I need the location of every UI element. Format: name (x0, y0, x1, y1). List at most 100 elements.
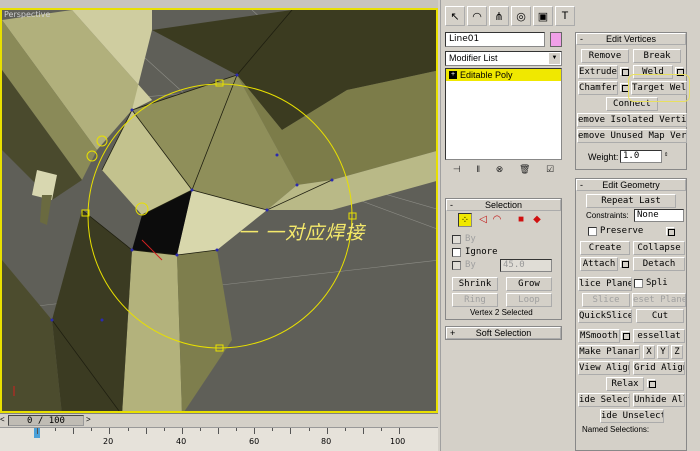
trackbar-tick (272, 428, 274, 431)
cursor-icon: ↖ (450, 10, 460, 23)
collapse-icon: - (580, 34, 583, 44)
object-name-field[interactable]: Line01 (445, 32, 545, 47)
spinner-arrows-icon[interactable]: ⇕ (664, 150, 668, 158)
reset-plane-button[interactable]: eset Plane (632, 293, 686, 307)
relax-button[interactable]: Relax (606, 377, 644, 391)
expand-icon[interactable]: + (449, 71, 457, 79)
modifier-stack[interactable]: + Editable Poly (445, 68, 562, 160)
pin-stack-icon[interactable]: ⊣ (453, 164, 461, 178)
slice-plane-button[interactable]: lice Plane (578, 277, 632, 291)
vertex-subobject-icon[interactable]: ⁘ (458, 213, 472, 227)
polygon-subobject-icon[interactable]: ■ (514, 213, 528, 227)
msmooth-settings-button[interactable] (621, 331, 630, 340)
break-button[interactable]: Break (633, 49, 681, 63)
extrude-settings-button[interactable] (620, 67, 629, 76)
modifier-list-dropdown[interactable]: Modifier List ▼ (445, 51, 562, 66)
attach-button[interactable]: Attach (580, 257, 618, 271)
ring-button[interactable]: Ring (452, 293, 498, 307)
tessellate-button[interactable]: essellat (633, 329, 685, 343)
trackbar-tick (380, 428, 382, 431)
make-planar-button[interactable]: Make Planar (578, 345, 640, 359)
shrink-button[interactable]: Shrink (452, 277, 498, 291)
edge-subobject-icon[interactable]: ◁ (476, 213, 490, 227)
preserve-uvs-settings[interactable] (666, 227, 675, 236)
attach-list-button[interactable] (620, 259, 629, 268)
stack-item-label: Editable Poly (460, 70, 513, 80)
time-next-button[interactable]: > (86, 415, 91, 424)
extrude-button[interactable]: Extrude (578, 65, 618, 79)
element-subobject-icon[interactable]: ◆ (530, 213, 544, 227)
time-prev-button[interactable]: < (0, 415, 5, 424)
split-checkbox[interactable] (634, 279, 643, 288)
trackbar-tick (290, 428, 292, 434)
grid-align-button[interactable]: Grid Align (633, 361, 685, 375)
remove-button[interactable]: Remove (581, 49, 629, 63)
view-align-button[interactable]: View Align (578, 361, 630, 375)
rollout-title: Soft Selection (475, 328, 532, 338)
soft-selection-header[interactable]: + Soft Selection (446, 327, 561, 339)
time-slider-handle[interactable]: 0 / 100 (8, 415, 84, 426)
edit-geometry-header[interactable]: - Edit Geometry (576, 179, 686, 191)
hide-unselected-button[interactable]: ide Unselecte (600, 409, 664, 423)
detach-button[interactable]: Detach (633, 257, 685, 271)
grow-button[interactable]: Grow (506, 277, 552, 291)
create-button[interactable]: Create (580, 241, 630, 255)
angle-spinner[interactable]: 45.0 (500, 259, 552, 272)
trackbar[interactable]: 20 40 60 80 100 (0, 427, 438, 451)
cut-button[interactable]: Cut (636, 309, 684, 323)
time-slider[interactable]: < 0 / 100 > (0, 413, 438, 427)
unhide-all-button[interactable]: Unhide All (633, 393, 685, 407)
relax-settings-button[interactable] (647, 379, 656, 388)
modify-tab[interactable]: ◠ (467, 6, 487, 26)
remove-isolated-vertices-button[interactable]: emove Isolated Vertice (577, 113, 687, 127)
border-subobject-icon[interactable]: ◠ (490, 213, 504, 227)
display-tab[interactable]: ▣ (533, 6, 553, 26)
remove-unused-map-verts-button[interactable]: emove Unused Map Vert (577, 129, 687, 143)
weight-spinner[interactable]: 1.0 (620, 150, 662, 163)
repeat-last-button[interactable]: Repeat Last (586, 194, 676, 208)
trackbar-tick (236, 428, 238, 431)
planar-z-button[interactable]: Z (671, 345, 683, 359)
object-color-swatch[interactable] (550, 32, 562, 47)
ignore-backfacing-checkbox[interactable] (452, 248, 461, 257)
ignore-backfacing-label: Ignore (465, 247, 498, 257)
by-vertex-checkbox[interactable] (452, 235, 461, 244)
by-angle-checkbox[interactable] (452, 261, 461, 270)
remove-modifier-icon[interactable]: 🗑 (519, 164, 530, 178)
planar-y-button[interactable]: Y (657, 345, 669, 359)
hide-selected-button[interactable]: ide Selecte (578, 393, 630, 407)
trackbar-tick (218, 428, 219, 434)
make-unique-icon[interactable]: ⊗ (496, 164, 504, 178)
motion-tab[interactable]: ◎ (511, 6, 531, 26)
collapse-icon: - (450, 200, 453, 210)
trackbar-tick (344, 428, 346, 431)
viewport-label[interactable]: Perspective (4, 10, 50, 19)
selection-rollout-header[interactable]: - Selection (446, 199, 561, 211)
edit-vertices-header[interactable]: - Edit Vertices (576, 33, 686, 45)
chamfer-button[interactable]: Chamfer (578, 81, 618, 95)
split-label: Spli (646, 278, 668, 288)
utilities-tab[interactable]: T (555, 6, 575, 26)
collapse-button[interactable]: Collapse (633, 241, 685, 255)
constraints-dropdown[interactable]: None (634, 209, 684, 222)
preserve-uvs-checkbox[interactable] (588, 227, 597, 236)
command-panel: ↖ ◠ ⋔ ◎ ▣ T Line01 Modifier List ▼ + Edi… (440, 0, 700, 451)
preserve-uvs-label: Preserve (600, 226, 644, 236)
loop-button[interactable]: Loop (506, 293, 552, 307)
tick-label: 100 (390, 437, 406, 446)
motion-icon: ◎ (516, 10, 526, 23)
constraints-value: None (637, 210, 659, 220)
rollout-title: Selection (484, 200, 523, 210)
perspective-viewport[interactable]: Perspective 一 一对应焊接 (0, 8, 438, 413)
trackbar-tick (73, 428, 75, 434)
quickslice-button[interactable]: QuickSlice (578, 309, 632, 323)
show-end-result-icon[interactable]: ‖ (476, 164, 480, 178)
msmooth-button[interactable]: MSmooth (578, 329, 620, 343)
create-tab[interactable]: ↖ (445, 6, 465, 26)
viewport-scene (2, 10, 436, 411)
configure-sets-icon[interactable]: ☑ (546, 164, 554, 178)
hierarchy-tab[interactable]: ⋔ (489, 6, 509, 26)
stack-item-editable-poly[interactable]: + Editable Poly (446, 69, 561, 81)
slice-button[interactable]: Slice (582, 293, 630, 307)
planar-x-button[interactable]: X (643, 345, 655, 359)
